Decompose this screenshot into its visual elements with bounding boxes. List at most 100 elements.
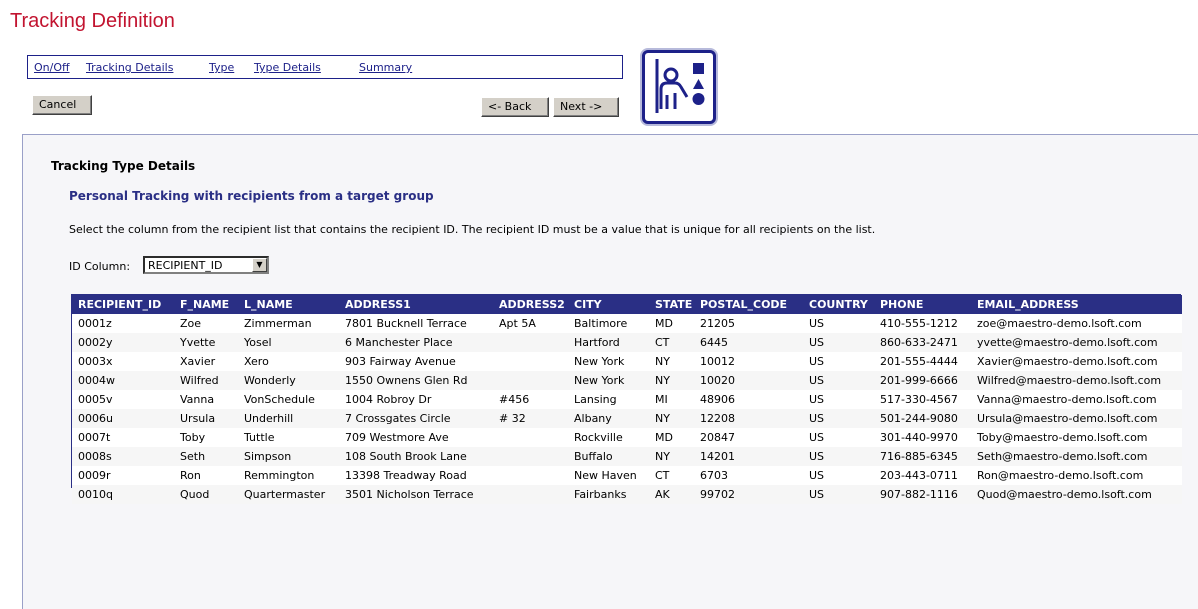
table-cell: Xero bbox=[238, 352, 339, 371]
table-cell: Ursula bbox=[174, 409, 238, 428]
table-cell: Seth@maestro-demo.lsoft.com bbox=[971, 447, 1182, 466]
table-cell: Yosel bbox=[238, 333, 339, 352]
table-cell: 1550 Ownens Glen Rd bbox=[339, 371, 493, 390]
table-cell: US bbox=[803, 466, 874, 485]
table-cell: 301-440-9970 bbox=[874, 428, 971, 447]
tab-type[interactable]: Type bbox=[209, 61, 234, 74]
table-cell: 7 Crossgates Circle bbox=[339, 409, 493, 428]
table-cell: US bbox=[803, 447, 874, 466]
table-cell: 12208 bbox=[694, 409, 803, 428]
id-column-label: ID Column: bbox=[69, 260, 131, 273]
table-cell: Albany bbox=[568, 409, 649, 428]
instructions-text: Select the column from the recipient lis… bbox=[69, 223, 876, 236]
table-cell: US bbox=[803, 428, 874, 447]
chevron-down-icon[interactable]: ▼ bbox=[252, 258, 267, 272]
back-button[interactable]: <- Back bbox=[481, 97, 549, 117]
table-cell: VonSchedule bbox=[238, 390, 339, 409]
table-cell: US bbox=[803, 485, 874, 504]
table-cell: #456 bbox=[493, 390, 568, 409]
table-row: 0010q Quod Quartermaster 3501 Nicholson Ter… bbox=[72, 485, 1182, 504]
table-cell: New York bbox=[568, 352, 649, 371]
table-cell: 0004w bbox=[72, 371, 174, 390]
table-cell: US bbox=[803, 390, 874, 409]
column-header: L_NAME bbox=[238, 295, 339, 314]
table-cell: 0005v bbox=[72, 390, 174, 409]
table-cell: Seth bbox=[174, 447, 238, 466]
table-cell: Zimmerman bbox=[238, 314, 339, 333]
table-cell: 0003x bbox=[72, 352, 174, 371]
table-cell: CT bbox=[649, 466, 694, 485]
table-cell: 203-443-0711 bbox=[874, 466, 971, 485]
tracking-details-panel: Tracking Type Details Personal Tracking … bbox=[22, 134, 1198, 609]
table-cell: zoe@maestro-demo.lsoft.com bbox=[971, 314, 1182, 333]
table-cell: US bbox=[803, 333, 874, 352]
recipient-table: RECIPIENT_ID F_NAME L_NAME ADDRESS1 ADDR… bbox=[71, 294, 1182, 504]
tab-summary[interactable]: Summary bbox=[359, 61, 412, 74]
table-cell: US bbox=[803, 352, 874, 371]
table-cell: 0006u bbox=[72, 409, 174, 428]
table-row: 0007t Toby Tuttle 709 Westmore Ave Rockville… bbox=[72, 428, 1182, 447]
table-cell: 903 Fairway Avenue bbox=[339, 352, 493, 371]
wizard-presenter-icon bbox=[642, 50, 716, 124]
table-cell: 48906 bbox=[694, 390, 803, 409]
table-cell: US bbox=[803, 314, 874, 333]
table-cell: 21205 bbox=[694, 314, 803, 333]
column-header: ADDRESS2 bbox=[493, 295, 568, 314]
table-cell: Xavier bbox=[174, 352, 238, 371]
table-cell: Quartermaster bbox=[238, 485, 339, 504]
table-row: 0006u Ursula Underhill 7 Crossgates Circle #… bbox=[72, 409, 1182, 428]
table-cell: Remmington bbox=[238, 466, 339, 485]
tab-type-details[interactable]: Type Details bbox=[254, 61, 321, 74]
table-cell: 501-244-9080 bbox=[874, 409, 971, 428]
table-cell: # 32 bbox=[493, 409, 568, 428]
table-cell: 7801 Bucknell Terrace bbox=[339, 314, 493, 333]
table-cell: AK bbox=[649, 485, 694, 504]
table-cell: 13398 Treadway Road bbox=[339, 466, 493, 485]
table-cell: 201-555-4444 bbox=[874, 352, 971, 371]
table-cell: NY bbox=[649, 447, 694, 466]
table-cell: NY bbox=[649, 409, 694, 428]
table-cell: Fairbanks bbox=[568, 485, 649, 504]
table-cell: Apt 5A bbox=[493, 314, 568, 333]
table-cell: New York bbox=[568, 371, 649, 390]
table-cell: 716-885-6345 bbox=[874, 447, 971, 466]
table-cell: MD bbox=[649, 314, 694, 333]
table-cell: 410-555-1212 bbox=[874, 314, 971, 333]
wizard-nav: On/Off Tracking Details Type Type Detail… bbox=[27, 55, 623, 79]
panel-subheading: Personal Tracking with recipients from a… bbox=[69, 189, 434, 203]
page-title: Tracking Definition bbox=[10, 10, 175, 32]
table-cell: CT bbox=[649, 333, 694, 352]
presenter-icon bbox=[655, 59, 705, 113]
cancel-button[interactable]: Cancel bbox=[32, 95, 92, 115]
table-cell: 3501 Nicholson Terrace bbox=[339, 485, 493, 504]
tab-tracking-details[interactable]: Tracking Details bbox=[86, 61, 173, 74]
table-cell: 0002y bbox=[72, 333, 174, 352]
table-row: 0008s Seth Simpson 108 South Brook Lane Buff… bbox=[72, 447, 1182, 466]
table-cell: Vanna@maestro-demo.lsoft.com bbox=[971, 390, 1182, 409]
id-column-select[interactable]: RECIPIENT_ID ▼ bbox=[143, 256, 269, 274]
table-cell: Yvette bbox=[174, 333, 238, 352]
table-cell: 0001z bbox=[72, 314, 174, 333]
tab-on-off[interactable]: On/Off bbox=[34, 61, 70, 74]
table-cell: 99702 bbox=[694, 485, 803, 504]
table-cell: Quod bbox=[174, 485, 238, 504]
next-button[interactable]: Next -> bbox=[553, 97, 619, 117]
table-row: 0002y Yvette Yosel 6 Manchester Place Hartfo… bbox=[72, 333, 1182, 352]
table-cell: Tuttle bbox=[238, 428, 339, 447]
table-cell: 20847 bbox=[694, 428, 803, 447]
table-cell: 0010q bbox=[72, 485, 174, 504]
table-header-row: RECIPIENT_ID F_NAME L_NAME ADDRESS1 ADDR… bbox=[72, 295, 1182, 314]
table-cell: US bbox=[803, 409, 874, 428]
table-row: 0003x Xavier Xero 903 Fairway Avenue New Yor… bbox=[72, 352, 1182, 371]
table-cell: Rockville bbox=[568, 428, 649, 447]
id-column-value: RECIPIENT_ID bbox=[148, 259, 223, 272]
table-cell: MD bbox=[649, 428, 694, 447]
table-cell: 201-999-6666 bbox=[874, 371, 971, 390]
column-header: COUNTRY bbox=[803, 295, 874, 314]
table-cell: Ursula@maestro-demo.lsoft.com bbox=[971, 409, 1182, 428]
table-cell bbox=[493, 428, 568, 447]
table-cell: yvette@maestro-demo.lsoft.com bbox=[971, 333, 1182, 352]
table-cell: MI bbox=[649, 390, 694, 409]
table-cell bbox=[493, 485, 568, 504]
table-cell: 10020 bbox=[694, 371, 803, 390]
